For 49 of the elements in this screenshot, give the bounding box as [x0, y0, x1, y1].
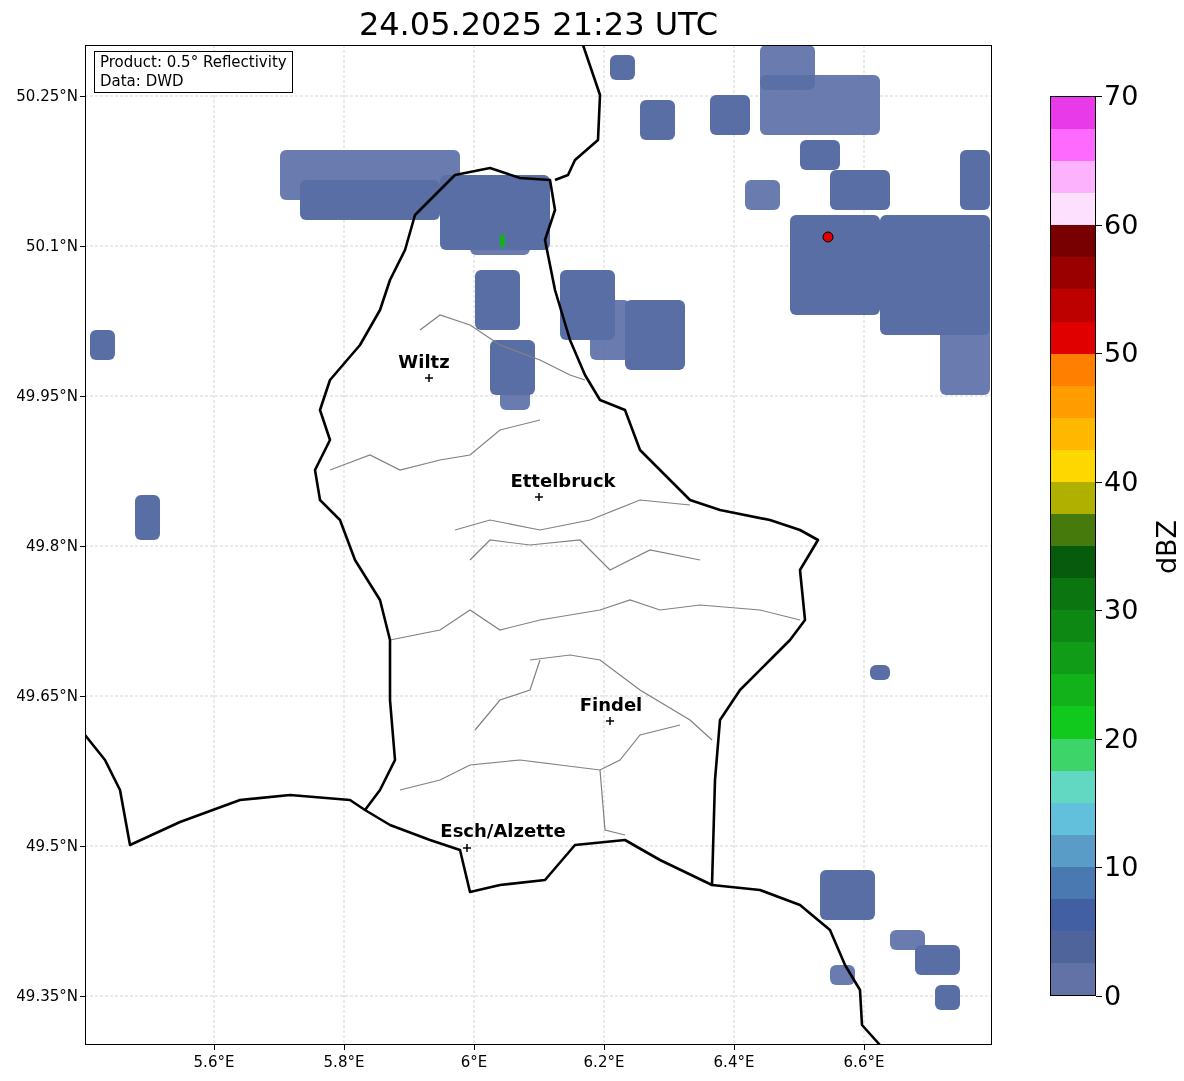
tick-mark: [604, 1045, 605, 1050]
axis-tick-label: 49.5°N: [25, 837, 78, 855]
axis-tick-label: 6.2°E: [583, 1053, 625, 1071]
tick-mark: [864, 1045, 865, 1050]
city-label: Wiltz: [398, 352, 450, 372]
axis-tick-label: 49.95°N: [16, 387, 78, 405]
legend-text: Product: 0.5° Reflectivity: [100, 53, 287, 72]
axis-tick-label: 49.8°N: [25, 537, 78, 555]
axis-tick-label: 49.35°N: [16, 987, 78, 1005]
tick-mark: [80, 96, 85, 97]
tick-mark: [1096, 996, 1102, 997]
city-label: Findel: [579, 695, 643, 715]
tick-mark: [734, 1045, 735, 1050]
city-label: Ettelbruck: [510, 471, 616, 491]
chart-title: 24.05.2025 21:23 UTC: [357, 4, 720, 44]
city-marker-icon: [462, 843, 472, 853]
tick-mark: [80, 696, 85, 697]
axis-tick-label: 5.6°E: [193, 1053, 235, 1071]
city-marker-icon: [605, 716, 615, 726]
colorbar-tick-label: 40: [1104, 466, 1139, 497]
colorbar-label: dBZ: [1152, 519, 1183, 575]
colorbar-tick-label: 70: [1104, 81, 1139, 111]
city-label: Esch/Alzette: [440, 821, 566, 841]
colorbar-tick-label: 10: [1104, 852, 1139, 883]
city-marker-icon: [424, 373, 434, 383]
axis-tick-label: 50.25°N: [16, 87, 78, 105]
legend-text: Data: DWD: [100, 72, 185, 91]
tick-mark: [214, 1045, 215, 1050]
tick-mark: [80, 396, 85, 397]
tick-mark: [80, 996, 85, 997]
tick-mark: [80, 246, 85, 247]
colorbar-tick-label: 20: [1104, 723, 1139, 754]
axis-tick-label: 6°E: [460, 1053, 488, 1071]
colorbar-tick-label: 30: [1104, 595, 1139, 626]
colorbar-tick-label: 50: [1104, 338, 1139, 369]
tick-mark: [474, 1045, 475, 1050]
axis-tick-label: 49.65°N: [16, 687, 78, 705]
radar-echo-mark: [500, 235, 505, 247]
tick-mark: [344, 1045, 345, 1050]
tick-mark: [80, 546, 85, 547]
axis-tick-label: 50.1°N: [25, 237, 78, 255]
colorbar-tick-label: 0: [1104, 981, 1122, 1011]
axis-tick-label: 6.4°E: [713, 1053, 755, 1071]
colorbar-tick-label: 60: [1104, 209, 1139, 240]
axis-tick-label: 6.6°E: [843, 1053, 885, 1071]
city-marker-icon: [534, 492, 544, 502]
axis-tick-label: 5.8°E: [323, 1053, 365, 1071]
tick-mark: [80, 846, 85, 847]
radar-site-marker: [822, 231, 834, 243]
